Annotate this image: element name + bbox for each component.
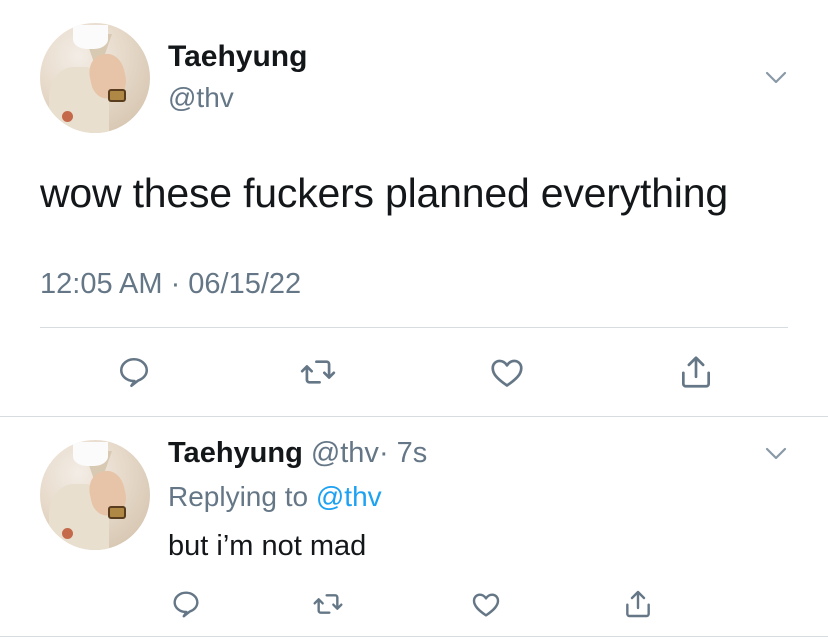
retweet-button[interactable] — [296, 350, 340, 394]
reply-button[interactable] — [164, 582, 208, 626]
retweet-icon — [312, 588, 344, 620]
like-button[interactable] — [464, 582, 508, 626]
replying-to: Replying to @thv — [168, 481, 382, 513]
share-icon — [677, 353, 715, 391]
reply-header: Taehyung @thv· 7s — [168, 437, 427, 470]
chevron-down-icon[interactable] — [765, 71, 787, 85]
replying-to-label: Replying to — [168, 481, 316, 512]
display-name[interactable]: Taehyung — [168, 437, 303, 469]
tweet-text: but i’m not mad — [168, 530, 367, 562]
retweet-button[interactable] — [306, 582, 350, 626]
share-icon — [622, 588, 654, 620]
mention-link[interactable]: @thv — [316, 481, 382, 512]
comment-icon — [116, 354, 152, 390]
divider — [0, 636, 828, 637]
like-button[interactable] — [485, 350, 529, 394]
user-handle[interactable]: @thv — [168, 82, 234, 114]
divider — [0, 416, 828, 417]
heart-icon — [470, 588, 502, 620]
comment-icon — [170, 588, 202, 620]
share-button[interactable] — [674, 350, 718, 394]
display-name[interactable]: Taehyung — [168, 40, 307, 74]
user-handle[interactable]: @thv — [311, 437, 379, 469]
tweet-timestamp[interactable]: 12:05 AM · 06/15/22 — [40, 268, 301, 301]
tweet-time[interactable]: · 7s — [379, 437, 427, 469]
tweet-text: wow these fuckers planned everything — [40, 170, 728, 216]
heart-icon — [488, 353, 526, 391]
divider — [40, 327, 788, 328]
avatar[interactable] — [40, 440, 150, 550]
share-button[interactable] — [616, 582, 660, 626]
avatar[interactable] — [40, 23, 150, 133]
retweet-icon — [299, 353, 337, 391]
chevron-down-icon[interactable] — [765, 447, 787, 461]
reply-button[interactable] — [112, 350, 156, 394]
